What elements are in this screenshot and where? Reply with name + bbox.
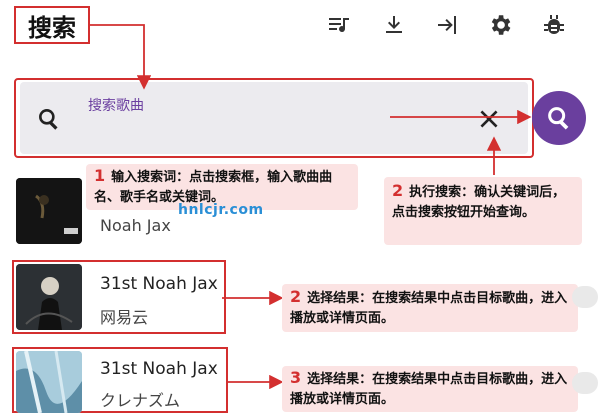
- more-button[interactable]: [572, 372, 598, 394]
- callout-step-4: 3 选择结果：在搜索结果中点击目标歌曲，进入播放或详情页面。: [282, 366, 578, 412]
- song-artist: クレナズム: [100, 391, 181, 410]
- song-artist: Noah Jax: [100, 216, 171, 235]
- song-title: 31st Noah Jax: [100, 359, 218, 379]
- more-button[interactable]: [572, 286, 598, 308]
- song-artist: 网易云: [100, 308, 149, 327]
- album-art: [16, 351, 82, 413]
- album-art: [16, 264, 82, 330]
- song-title: 31st Noah Jax: [100, 274, 218, 294]
- callout-step-3: 2 选择结果：在搜索结果中点击目标歌曲，进入播放或详情页面。: [282, 284, 578, 332]
- album-art: [16, 178, 82, 244]
- list-item[interactable]: Noah Jax: [14, 176, 574, 250]
